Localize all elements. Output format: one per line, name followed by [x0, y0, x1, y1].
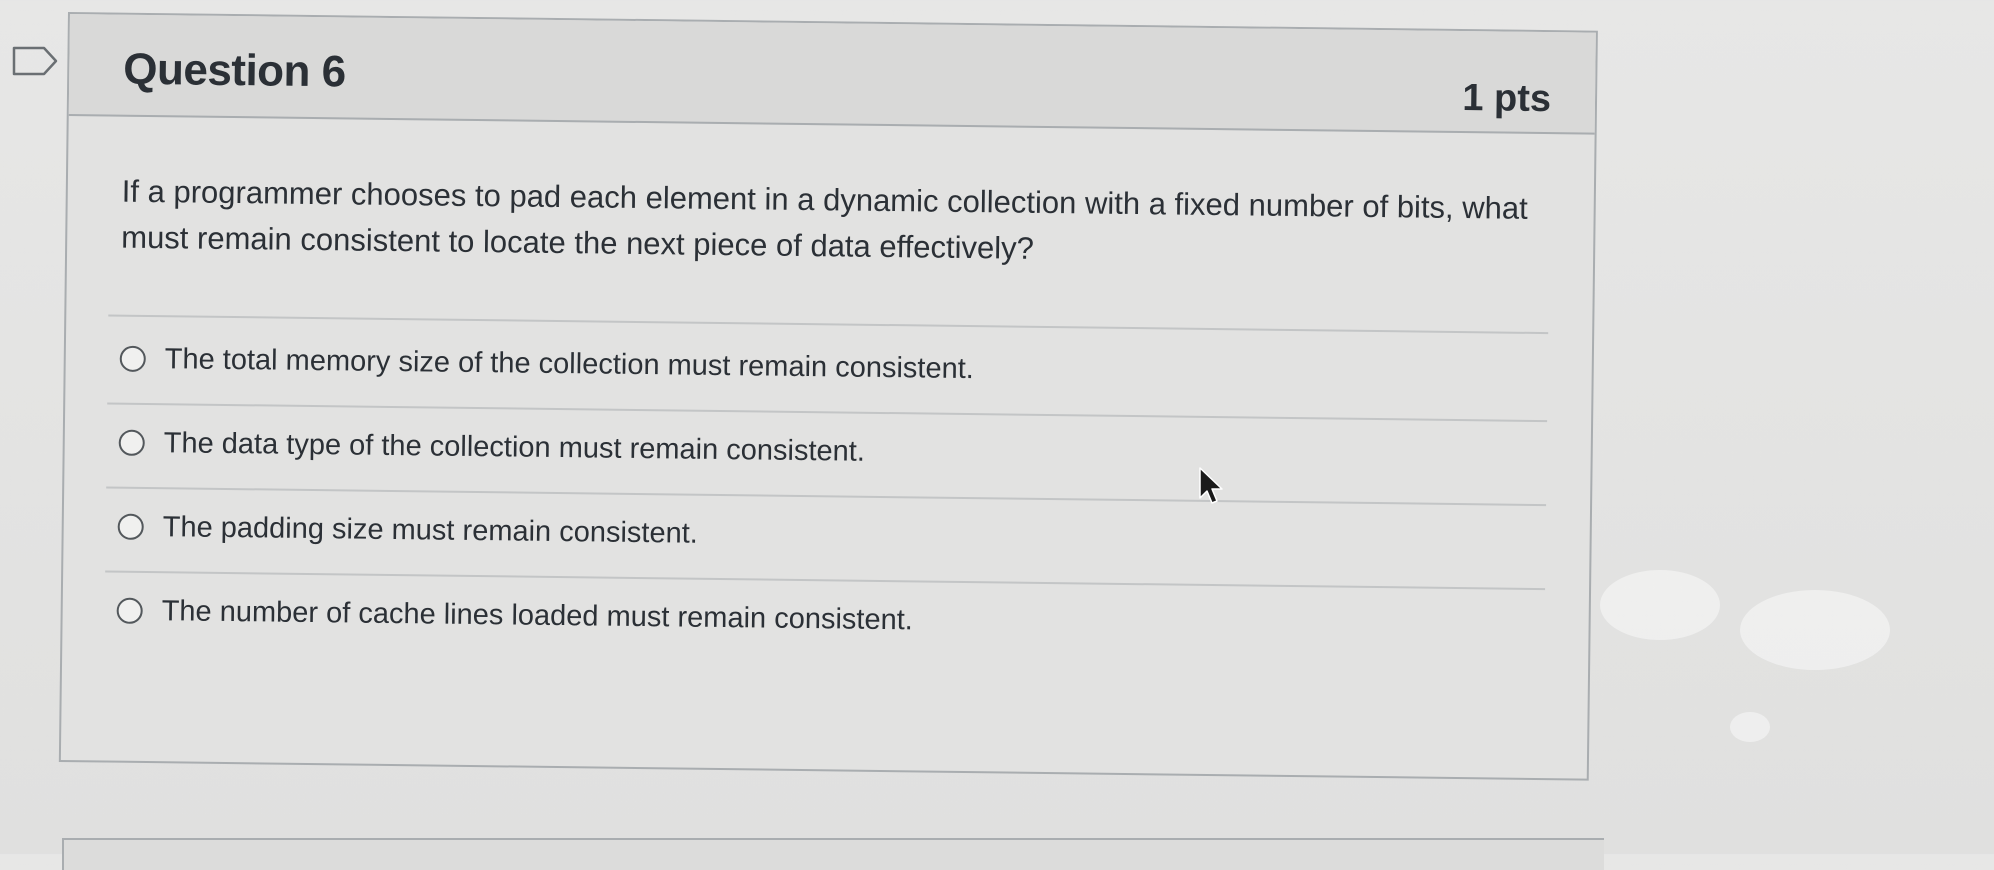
screen-smudge — [1740, 590, 1890, 670]
screen-smudge — [1730, 712, 1770, 742]
answer-option-2[interactable]: The data type of the collection must rem… — [118, 419, 1538, 484]
answer-option-1[interactable]: The total memory size of the collection … — [119, 335, 1539, 400]
answer-label: The total memory size of the collection … — [164, 342, 975, 385]
answer-option-4[interactable]: The number of cache lines loaded must re… — [116, 587, 1536, 652]
question-title: Question 6 — [123, 44, 346, 97]
question-points: 1 pts — [1462, 77, 1552, 121]
screen-smudge — [1600, 570, 1720, 640]
answer-divider — [108, 314, 1549, 335]
answer-label: The data type of the collection must rem… — [163, 426, 866, 468]
answer-divider — [105, 570, 1546, 591]
radio-button-icon[interactable] — [117, 513, 144, 540]
mouse-pointer-icon — [1198, 466, 1224, 506]
question-text: If a programmer chooses to pad each elem… — [121, 173, 1528, 266]
question-header: Question 6 1 pts — [68, 14, 1596, 135]
answer-option-3[interactable]: The padding size must remain consistent. — [117, 503, 1537, 568]
answer-divider — [107, 402, 1548, 423]
bookmark-flag-icon[interactable] — [12, 46, 58, 76]
question-card: Question 6 1 pts If a programmer chooses… — [58, 12, 1598, 781]
next-question-card-edge — [62, 838, 1604, 870]
radio-button-icon[interactable] — [116, 597, 143, 624]
answer-divider — [106, 486, 1547, 507]
radio-button-icon[interactable] — [119, 345, 146, 372]
radio-button-icon[interactable] — [118, 429, 145, 456]
answer-label: The number of cache lines loaded must re… — [161, 594, 914, 636]
answer-label: The padding size must remain consistent. — [162, 510, 699, 550]
